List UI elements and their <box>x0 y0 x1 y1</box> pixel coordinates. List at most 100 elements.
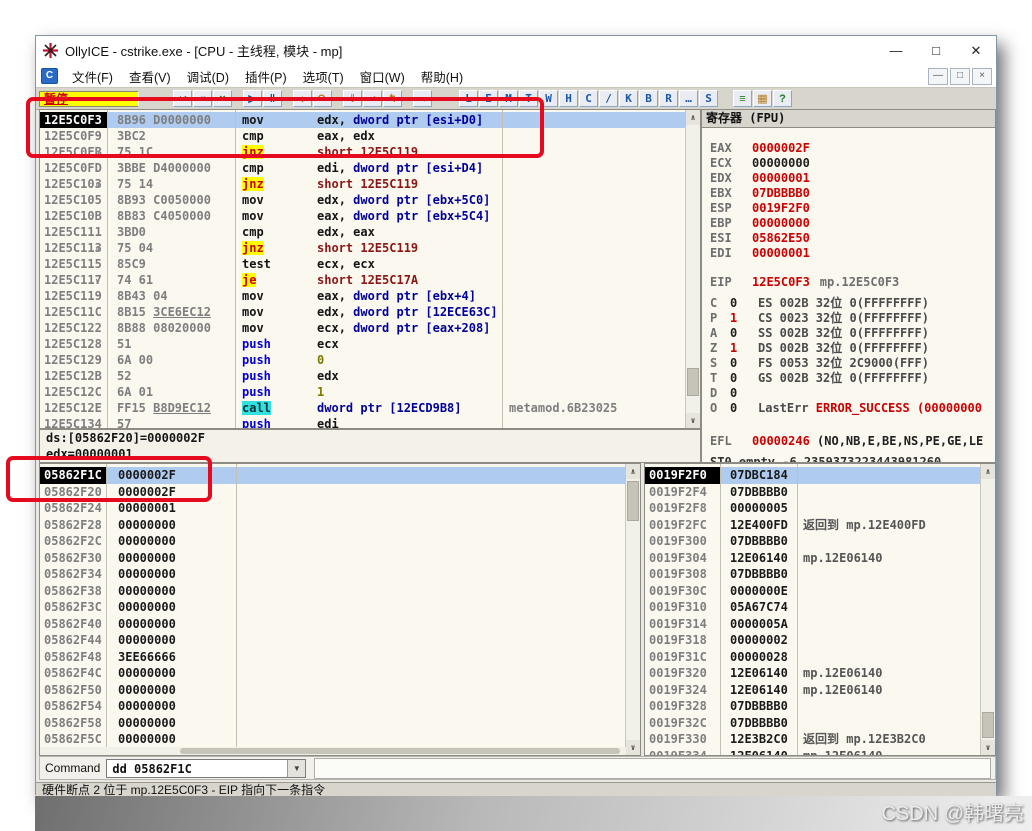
dump-scrollbar[interactable]: ∧ ∨ <box>625 464 640 755</box>
disasm-row[interactable]: 12E5C117∨74 61jeshort 12E5C17A <box>40 272 686 288</box>
maximize-button[interactable]: □ <box>916 43 956 58</box>
dump-horizontal-scrollbar[interactable] <box>40 747 626 755</box>
command-input[interactable] <box>110 761 284 778</box>
disasm-row[interactable]: 12E5C12B52pushedx <box>40 368 686 384</box>
toolbar-button-S[interactable]: S <box>699 90 718 107</box>
scrollbar-thumb[interactable] <box>687 368 699 396</box>
log-icon[interactable]: ≡ <box>733 90 752 107</box>
dump-row[interactable]: 05862F5C00000000 <box>40 731 626 748</box>
menu-item[interactable]: 帮助(H) <box>413 65 471 88</box>
menu-item[interactable]: 选项(T) <box>295 65 352 88</box>
stack-row[interactable]: 0019F31800000002 <box>645 632 981 649</box>
toolbar-button-C[interactable]: C <box>579 90 598 107</box>
register-row[interactable]: EDI00000001 <box>702 246 995 261</box>
dump-row[interactable]: 05862F3000000000 <box>40 550 626 567</box>
toolbar-button-R[interactable]: R <box>659 90 678 107</box>
register-row[interactable]: EBP00000000 <box>702 216 995 231</box>
dump-row[interactable]: 05862F2C00000000 <box>40 533 626 550</box>
disassembly-scrollbar[interactable]: ∧ ∨ <box>685 110 700 428</box>
stack-row[interactable]: 0019F2F007DBC184 <box>645 467 981 484</box>
register-row[interactable]: EAX0000002F <box>702 141 995 156</box>
st0-row[interactable]: ST0 empty -6.2359373223443981260 <box>702 455 995 463</box>
scrollbar-thumb[interactable] <box>982 712 994 738</box>
register-row[interactable]: EBX07DBBBB0 <box>702 186 995 201</box>
memory-dump-pane[interactable]: 05862F1C0000002F05862F200000002F05862F24… <box>39 463 641 756</box>
dump-row[interactable]: 05862F483EE66666 <box>40 649 626 666</box>
stack-row[interactable]: 0019F33012E3B2C0返回到 mp.12E3B2C0 <box>645 731 981 748</box>
stack-row[interactable]: 0019F33412E06140mp.12E06140 <box>645 748 981 757</box>
menu-item[interactable]: 查看(V) <box>121 65 179 88</box>
stack-row[interactable]: 0019F31C00000028 <box>645 649 981 666</box>
cpu-window-icon[interactable]: C <box>41 68 58 84</box>
flag-row[interactable]: C0ES 002B 32位 0(FFFFFFFF) <box>702 296 995 311</box>
dump-row[interactable]: 05862F5800000000 <box>40 715 626 732</box>
disasm-row[interactable]: 12E5C1198B43 04moveax, dword ptr [ebx+4] <box>40 288 686 304</box>
dump-row[interactable]: 05862F4400000000 <box>40 632 626 649</box>
register-row[interactable]: EDX00000001 <box>702 171 995 186</box>
scroll-down-arrow-icon[interactable]: ∨ <box>686 413 700 428</box>
disasm-row[interactable]: 12E5C11C8B15 3CE6EC12movedx, dword ptr [… <box>40 304 686 320</box>
disasm-row[interactable]: 12E5C12851pushecx <box>40 336 686 352</box>
dump-row[interactable]: 05862F4000000000 <box>40 616 626 633</box>
toolbar-button-K[interactable]: K <box>619 90 638 107</box>
register-row[interactable]: ECX00000000 <box>702 156 995 171</box>
flag-row[interactable]: D0 <box>702 386 995 401</box>
stack-row[interactable]: 0019F30807DBBBB0 <box>645 566 981 583</box>
stack-pane[interactable]: 0019F2F007DBC1840019F2F407DBBBB00019F2F8… <box>644 463 996 756</box>
stack-row[interactable]: 0019F32807DBBBB0 <box>645 698 981 715</box>
stack-scrollbar[interactable]: ∧ ∨ <box>980 464 995 755</box>
disasm-row[interactable]: 12E5C12EFF15 B8D9EC12calldword ptr [12EC… <box>40 400 686 416</box>
stack-row[interactable]: 0019F31005A67C74 <box>645 599 981 616</box>
dump-row[interactable]: 05862F3400000000 <box>40 566 626 583</box>
dump-row[interactable]: 05862F3800000000 <box>40 583 626 600</box>
flag-row[interactable]: A0SS 002B 32位 0(FFFFFFFF) <box>702 326 995 341</box>
windows-icon[interactable]: ▦ <box>753 90 772 107</box>
dump-row[interactable]: 05862F5000000000 <box>40 682 626 699</box>
stack-row[interactable]: 0019F2FC12E400FD返回到 mp.12E400FD <box>645 517 981 534</box>
stack-row[interactable]: 0019F2F407DBBBB0 <box>645 484 981 501</box>
flag-row[interactable]: T0GS 002B 32位 0(FFFFFFFF) <box>702 371 995 386</box>
registers-pane[interactable]: 寄存器 (FPU) EAX0000002FECX00000000EDX00000… <box>701 109 996 463</box>
flag-row[interactable]: P1CS 0023 32位 0(FFFFFFFF) <box>702 311 995 326</box>
help-icon[interactable]: ? <box>773 90 792 107</box>
title-bar[interactable]: OllyICE - cstrike.exe - [CPU - 主线程, 模块 -… <box>36 36 996 65</box>
stack-row[interactable]: 0019F30007DBBBB0 <box>645 533 981 550</box>
dump-row[interactable]: 05862F2400000001 <box>40 500 626 517</box>
disasm-row[interactable]: 12E5C1228B88 08020000movecx, dword ptr [… <box>40 320 686 336</box>
menu-item[interactable]: 窗口(W) <box>352 65 413 88</box>
scroll-up-arrow-icon[interactable]: ∧ <box>686 110 700 125</box>
menu-item[interactable]: 文件(F) <box>64 65 121 88</box>
dump-row[interactable]: 05862F5400000000 <box>40 698 626 715</box>
scrollbar-thumb[interactable] <box>180 748 620 754</box>
stack-row[interactable]: 0019F32C07DBBBB0 <box>645 715 981 732</box>
toolbar-button-B[interactable]: B <box>639 90 658 107</box>
register-row[interactable]: ESI05862E50 <box>702 231 995 246</box>
register-row[interactable]: ESP0019F2F0 <box>702 201 995 216</box>
scroll-up-arrow-icon[interactable]: ∧ <box>981 464 995 479</box>
flag-row[interactable]: Z1DS 002B 32位 0(FFFFFFFF) <box>702 341 995 356</box>
disasm-row[interactable]: 12E5C103∨75 14jnzshort 12E5C119 <box>40 176 686 192</box>
disasm-row[interactable]: 12E5C11585C9testecx, ecx <box>40 256 686 272</box>
stack-row[interactable]: 0019F32412E06140mp.12E06140 <box>645 682 981 699</box>
disasm-row[interactable]: 12E5C1058B93 C0050000movedx, dword ptr [… <box>40 192 686 208</box>
dump-row[interactable]: 05862F3C00000000 <box>40 599 626 616</box>
toolbar-button-H[interactable]: H <box>559 90 578 107</box>
eip-row[interactable]: EIP12E5C0F3mp.12E5C0F3 <box>702 275 995 290</box>
scrollbar-thumb[interactable] <box>627 481 639 521</box>
menu-item[interactable]: 插件(P) <box>237 65 295 88</box>
disasm-row[interactable]: 12E5C13457pushedi <box>40 416 686 429</box>
disasm-row[interactable]: 12E5C113∨75 04jnzshort 12E5C119 <box>40 240 686 256</box>
minimize-button[interactable]: — <box>876 43 916 58</box>
disasm-row[interactable]: 12E5C12C6A 01push1 <box>40 384 686 400</box>
toolbar-button-/[interactable]: / <box>599 90 618 107</box>
efl-row[interactable]: EFL00000246 (NO,NB,E,BE,NS,PE,GE,LE <box>702 434 995 449</box>
stack-row[interactable]: 0019F30C0000000E <box>645 583 981 600</box>
scroll-down-arrow-icon[interactable]: ∨ <box>981 740 995 755</box>
mdi-close-button[interactable]: × <box>972 68 992 85</box>
disasm-row[interactable]: 12E5C0FD3BBE D4000000cmpedi, dword ptr [… <box>40 160 686 176</box>
stack-row[interactable]: 0019F30412E06140mp.12E06140 <box>645 550 981 567</box>
scroll-down-arrow-icon[interactable]: ∨ <box>626 740 640 755</box>
dump-row[interactable]: 05862F2800000000 <box>40 517 626 534</box>
stack-row[interactable]: 0019F32012E06140mp.12E06140 <box>645 665 981 682</box>
dump-row[interactable]: 05862F4C00000000 <box>40 665 626 682</box>
